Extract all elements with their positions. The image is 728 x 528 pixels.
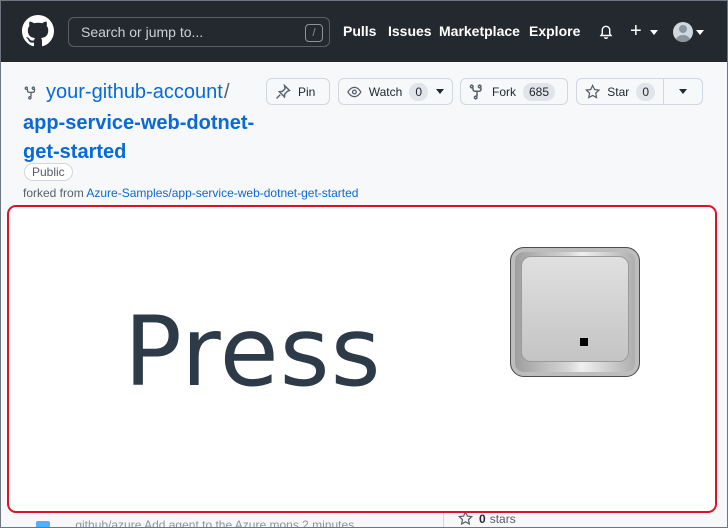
star-lists-dropdown[interactable] bbox=[663, 78, 703, 105]
forked-from-note: forked from Azure-Samples/app-service-we… bbox=[23, 186, 358, 200]
github-logo-icon[interactable] bbox=[22, 15, 54, 47]
about-stars-label: stars bbox=[489, 511, 516, 526]
user-menu-caret-icon[interactable] bbox=[696, 30, 704, 35]
file-list-row[interactable]: github/azure Add agent to the Azure mons… bbox=[36, 518, 354, 528]
github-header: Search or jump to... / Pulls Issues Mark… bbox=[0, 0, 728, 62]
star-lists-caret-icon bbox=[679, 89, 687, 94]
repo-owner-link[interactable]: your-github-account bbox=[46, 81, 223, 104]
nav-issues[interactable]: Issues bbox=[388, 23, 432, 39]
nav-explore[interactable]: Explore bbox=[529, 23, 580, 39]
user-avatar[interactable] bbox=[673, 22, 693, 42]
watch-button[interactable]: Watch 0 bbox=[338, 78, 453, 105]
repo-name-link[interactable]: app-service-web-dotnet-get-started bbox=[23, 109, 263, 167]
star-label: Star bbox=[607, 84, 630, 99]
about-stars-count: 0 bbox=[479, 511, 486, 526]
fork-count: 685 bbox=[523, 82, 556, 101]
fork-button[interactable]: Fork 685 bbox=[460, 78, 568, 105]
notifications-bell-icon[interactable] bbox=[598, 23, 614, 40]
forked-from-prefix: forked from bbox=[23, 186, 84, 200]
repo-path-separator: / bbox=[224, 81, 230, 103]
watch-count: 0 bbox=[409, 82, 428, 101]
search-shortcut-key: / bbox=[305, 24, 323, 42]
search-placeholder: Search or jump to... bbox=[81, 24, 204, 40]
nav-pulls[interactable]: Pulls bbox=[343, 23, 376, 39]
repo-forked-icon bbox=[469, 83, 482, 100]
fork-label: Fork bbox=[492, 84, 516, 99]
star-count: 0 bbox=[636, 82, 655, 101]
key-press-overlay: Press bbox=[7, 205, 717, 513]
search-input[interactable]: Search or jump to... / bbox=[68, 17, 330, 47]
key-center-dot bbox=[580, 338, 588, 346]
folder-icon bbox=[36, 521, 50, 528]
eye-icon bbox=[347, 86, 362, 97]
file-row-text: github/azure Add agent to the Azure mons… bbox=[75, 518, 355, 528]
keyboard-key-icon bbox=[510, 247, 640, 377]
nav-marketplace[interactable]: Marketplace bbox=[439, 23, 520, 39]
repo-forked-icon bbox=[24, 86, 36, 100]
pin-button[interactable]: Pin bbox=[266, 78, 330, 105]
star-icon bbox=[458, 511, 473, 526]
about-stars[interactable]: 0 stars bbox=[458, 511, 516, 526]
create-new-plus-icon[interactable]: + bbox=[630, 21, 642, 41]
star-icon bbox=[585, 83, 601, 99]
forked-from-link[interactable]: Azure-Samples/app-service-web-dotnet-get… bbox=[86, 186, 358, 200]
key-cap bbox=[521, 256, 629, 362]
press-instruction: Press bbox=[124, 296, 382, 408]
pin-icon bbox=[276, 83, 291, 99]
create-new-caret-icon[interactable] bbox=[650, 30, 658, 35]
pin-label: Pin bbox=[298, 84, 316, 99]
watch-caret-icon bbox=[436, 89, 444, 94]
watch-label: Watch bbox=[368, 84, 403, 99]
star-button[interactable]: Star 0 bbox=[576, 78, 664, 105]
visibility-badge: Public bbox=[24, 163, 73, 181]
